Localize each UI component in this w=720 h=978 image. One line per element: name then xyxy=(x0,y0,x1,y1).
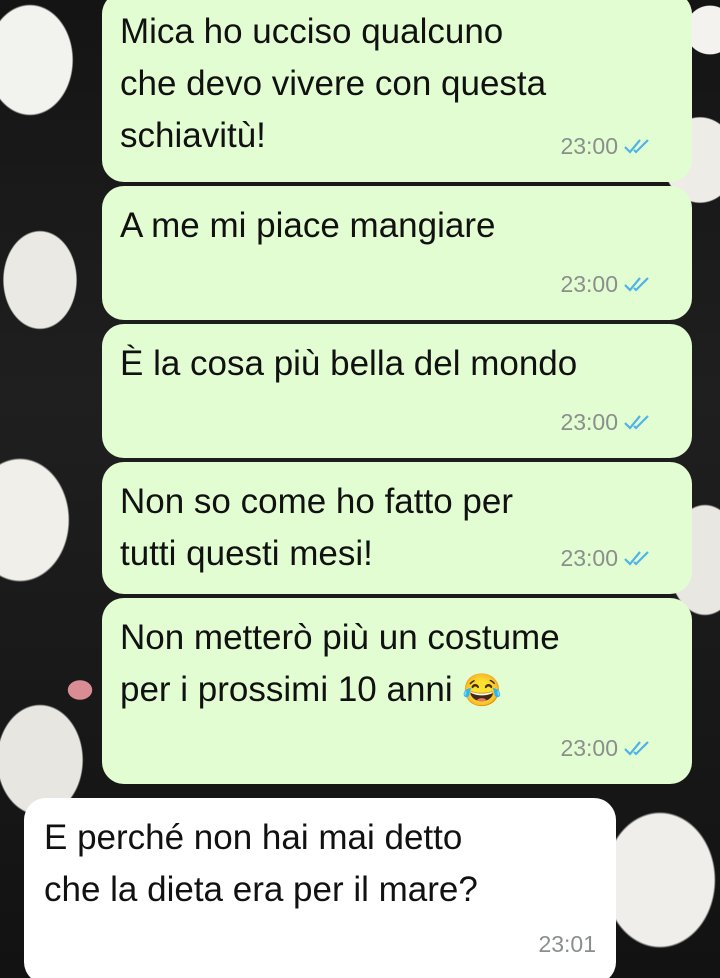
message-bubble-outgoing[interactable]: Mica ho ucciso qualcuno che devo vivere … xyxy=(102,0,692,182)
message-bubble-incoming[interactable]: E perché non hai mai detto che la dieta … xyxy=(24,798,616,978)
read-double-check-icon xyxy=(624,415,649,430)
read-double-check-icon xyxy=(624,277,649,292)
read-double-check-icon xyxy=(624,551,649,566)
message-text-line: che devo vivere con questa xyxy=(120,64,547,103)
message-time: 23:00 xyxy=(560,409,618,435)
message-meta: 23:00 xyxy=(560,396,654,448)
read-double-check-icon xyxy=(624,741,649,756)
message-text-line: A me mi piace mangiare xyxy=(120,206,496,245)
message-text-line: E perché non hai mai detto xyxy=(44,818,463,857)
message-text-line: Non so come ho fatto per xyxy=(120,482,513,521)
message-bubble-outgoing[interactable]: Non metterò più un costume per i prossim… xyxy=(102,598,692,784)
message-text-line: che la dieta era per il mare? xyxy=(44,870,478,909)
message-meta: 23:01 xyxy=(538,918,596,970)
message-meta: 23:00 xyxy=(560,258,654,310)
message-meta: 23:00 xyxy=(560,532,654,584)
read-double-check-icon xyxy=(624,139,649,154)
message-text-line: Mica ho ucciso qualcuno xyxy=(120,12,504,51)
tears-of-joy-emoji-icon: 😂 xyxy=(462,672,503,708)
message-bubble-outgoing[interactable]: È la cosa più bella del mondo 23:00 xyxy=(102,324,692,458)
message-time: 23:00 xyxy=(560,545,618,571)
message-bubble-outgoing[interactable]: Non so come ho fatto per tutti questi me… xyxy=(102,462,692,594)
message-time: 23:00 xyxy=(560,735,618,761)
message-time: 23:00 xyxy=(560,271,618,297)
message-time: 23:01 xyxy=(538,931,596,957)
message-text-line-with-emoji: per i prossimi 10 anni 😂 xyxy=(120,664,674,716)
message-text-line: per i prossimi 10 anni xyxy=(120,670,453,709)
message-meta: 23:00 xyxy=(560,120,654,172)
message-text-line: È la cosa più bella del mondo xyxy=(120,344,578,383)
message-text-line: Non metterò più un costume xyxy=(120,618,560,657)
message-meta: 23:00 xyxy=(560,722,654,774)
message-bubble-outgoing[interactable]: A me mi piace mangiare 23:00 xyxy=(102,186,692,320)
message-time: 23:00 xyxy=(560,133,618,159)
